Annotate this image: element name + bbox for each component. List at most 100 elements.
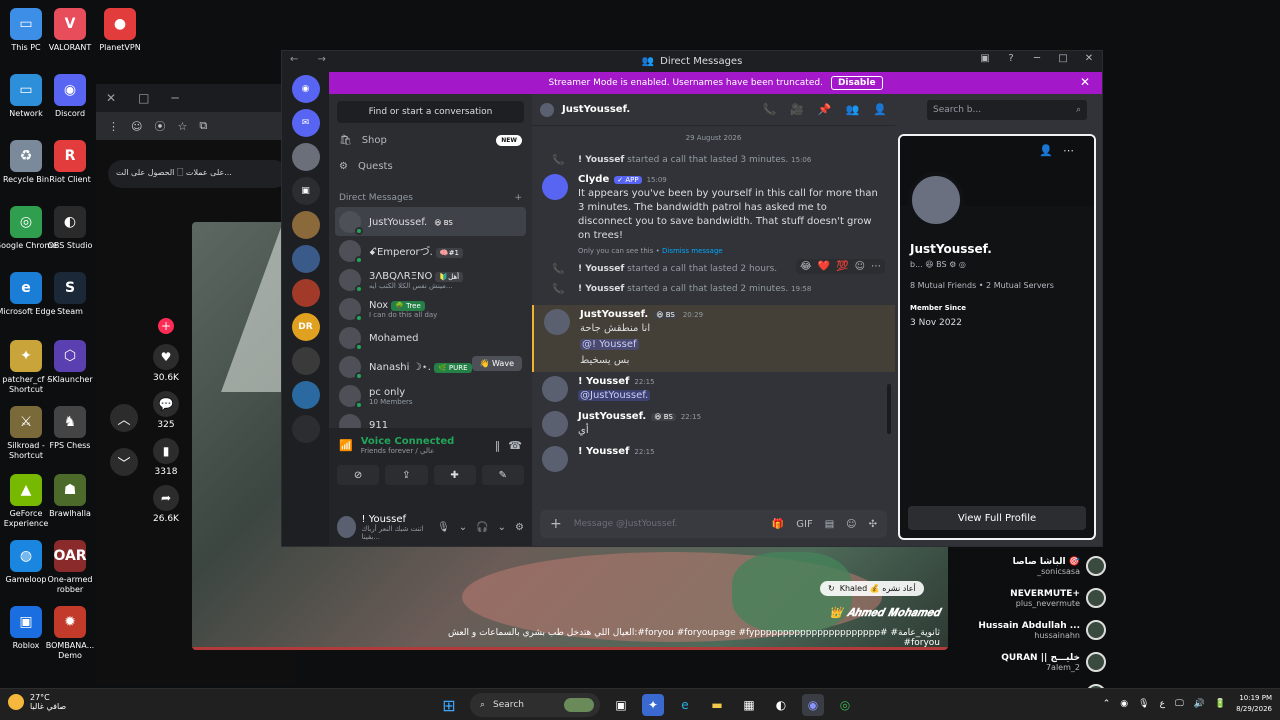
desktop-icon[interactable]: S Steam — [38, 272, 102, 317]
server-icon[interactable] — [291, 381, 320, 409]
close-icon[interactable]: ✕ — [1082, 53, 1096, 64]
desktop-icon[interactable]: ◐ OBS Studio — [38, 206, 102, 251]
add-friend-icon[interactable]: 👥 — [846, 103, 860, 116]
edge-icon[interactable]: e — [674, 694, 696, 716]
plus-icon[interactable]: + — [550, 516, 562, 532]
chevron-up-icon[interactable]: ⌃ — [1103, 699, 1111, 709]
suggested-account[interactable]: QURAN || خليـــج 7alem_2 — [960, 650, 1106, 674]
headphones-icon[interactable]: 🎧 — [476, 522, 488, 533]
chrome-icon[interactable]: ◎ — [834, 694, 856, 716]
avatar[interactable] — [542, 411, 568, 437]
camera-off-button[interactable]: ⊘ — [337, 465, 380, 485]
browser-strip[interactable]: على عملات 🗌 الحصول على الت... — [108, 160, 288, 188]
clock[interactable]: 10:19 PM 8/29/2026 — [1236, 693, 1272, 715]
add-reaction-icon[interactable]: ☺ — [855, 261, 865, 272]
gift-icon[interactable]: 🎁 — [772, 519, 784, 530]
message-author[interactable]: JustYoussef. — [578, 411, 646, 422]
message[interactable]: JustYoussef. 😆 BS 20:29 انا منطقش جاحة @… — [532, 305, 895, 372]
dm-item[interactable]: 3ΛBQΛRΞNO 🔰أهل مينش نفس الكلا الكتب ايه... — [335, 265, 526, 294]
desktop-icon[interactable]: ● PlanetVPN — [88, 8, 152, 53]
weather-widget[interactable]: 27°C صافي غالبا — [8, 693, 66, 711]
dm-item[interactable]: JustYoussef. 😆 BS — [335, 207, 526, 236]
message-author[interactable]: ! Youssef — [578, 446, 629, 457]
desktop-icon[interactable]: ♞ FPS Chess — [38, 406, 102, 451]
gif-icon[interactable]: GIF — [796, 519, 812, 530]
dismiss-message-link[interactable]: Dismiss message — [662, 247, 723, 255]
profile-icon[interactable]: ☺ — [131, 120, 142, 133]
find-conversation-button[interactable]: Find or start a conversation — [337, 101, 524, 123]
close-icon[interactable]: ✕ — [106, 91, 116, 105]
repost-tag[interactable]: ↻ Khaled 💰 أعاد نشره — [820, 581, 924, 596]
file-explorer-icon[interactable]: ▬ — [706, 694, 728, 716]
message[interactable]: ! Youssef 22:15 — [532, 442, 895, 476]
server-icon[interactable] — [291, 245, 320, 273]
minimize-icon[interactable]: ─ — [171, 91, 178, 105]
server-icon[interactable] — [291, 347, 320, 375]
desktop-icon[interactable]: R Riot Client — [38, 140, 102, 185]
chevron-up-icon[interactable]: ︿ — [110, 404, 138, 432]
menu-icon[interactable]: ⋮ — [108, 120, 119, 133]
message-author[interactable]: Clyde — [578, 174, 609, 185]
avatar[interactable] — [542, 376, 568, 402]
profile-avatar[interactable] — [908, 172, 964, 228]
suggested-account[interactable]: Hussain Abdullah ... hussainahn — [960, 618, 1106, 642]
windows-start-icon[interactable]: ⊞ — [438, 694, 460, 716]
server-icon[interactable] — [291, 415, 320, 443]
chevron-down-icon[interactable]: ﹀ — [110, 448, 138, 476]
battery-icon[interactable]: 🔋 — [1215, 699, 1226, 709]
save-action[interactable]: ▮ 3318 — [144, 438, 188, 477]
minimize-icon[interactable]: ─ — [1030, 53, 1044, 64]
screen-share-button[interactable]: ⇪ — [385, 465, 428, 485]
maximize-icon[interactable]: □ — [138, 91, 149, 105]
profile-icon[interactable]: 👤 — [873, 103, 887, 116]
voice-connected-label[interactable]: Voice Connected — [361, 436, 455, 447]
laugh-reaction-icon[interactable]: 😂 — [800, 261, 812, 272]
dm-item[interactable]: Mohamed — [335, 323, 526, 352]
server-icon[interactable]: DR — [291, 313, 320, 341]
inbox-icon[interactable]: ▣ — [978, 53, 992, 64]
message-author[interactable]: JustYoussef. — [580, 309, 648, 320]
close-icon[interactable]: ✕ — [1080, 75, 1090, 89]
server-icon[interactable] — [291, 143, 320, 171]
message[interactable]: ! Youssef 22:15 @JustYoussef. — [532, 372, 895, 407]
view-full-profile-button[interactable]: View Full Profile — [908, 506, 1086, 530]
suggested-account[interactable]: NEVERMUTE+ plus_nevermute — [960, 586, 1106, 610]
mention[interactable]: @! Youssef — [580, 339, 639, 350]
extension-icon[interactable]: ⦿ — [154, 118, 165, 134]
suggested-account[interactable]: الباشا صاصا 🎯 _sonicsasa — [960, 554, 1106, 578]
app-tray-icon[interactable]: ◉ — [1120, 699, 1128, 709]
task-view-icon[interactable]: ▣ — [610, 694, 632, 716]
disconnect-icon[interactable]: ☎ — [508, 439, 522, 452]
chat-recipient[interactable]: JustYoussef. — [562, 104, 630, 115]
comment-action[interactable]: 💬 325 — [144, 391, 188, 430]
message[interactable]: JustYoussef. 😆 BS 22:15 أي — [532, 407, 895, 442]
avatar[interactable] — [542, 446, 568, 472]
help-icon[interactable]: ? — [1004, 53, 1018, 64]
dm-item[interactable]: pc only 10 Members — [335, 381, 526, 410]
message-author[interactable]: ! Youssef — [578, 376, 629, 387]
pin-icon[interactable]: 📌 — [818, 103, 832, 116]
sidebar-item-shop[interactable]: 🛍 Shop NEW — [339, 127, 522, 153]
activities-button[interactable]: ✚ — [433, 465, 476, 485]
heart-reaction-icon[interactable]: ❤️ — [818, 261, 830, 272]
obs-icon[interactable]: ◐ — [770, 694, 792, 716]
dm-item[interactable]: ꗃEmperorつ゚. 🧠#1 — [335, 236, 526, 265]
dm-item[interactable]: Nox 🌳 Tree I can do this all day — [335, 294, 526, 323]
search-input[interactable]: Search b... ⌕ — [927, 100, 1087, 120]
chat-scrollbar[interactable] — [887, 384, 891, 434]
discord-icon[interactable]: ◉ — [802, 694, 824, 716]
phone-icon[interactable]: 📞 — [762, 103, 776, 116]
sticker-icon[interactable]: ▤ — [825, 519, 834, 530]
desktop-icon[interactable]: ⬡ SKlauncher — [38, 340, 102, 385]
message-input[interactable]: + Message @JustYoussef. 🎁 GIF ▤ ☺ ✣ — [540, 510, 887, 538]
hundred-reaction-icon[interactable]: 💯 — [836, 261, 848, 272]
language-icon[interactable]: ع — [1160, 699, 1165, 709]
microphone-icon[interactable]: 🎙 — [437, 522, 450, 533]
maximize-icon[interactable]: □ — [1056, 53, 1070, 64]
server-icon[interactable] — [291, 211, 320, 239]
microphone-icon[interactable]: 🎙 — [1138, 699, 1149, 709]
server-icon[interactable]: ◉ — [291, 75, 320, 103]
chevron-down-icon[interactable]: ⌄ — [459, 522, 467, 533]
store-icon[interactable]: ▦ — [738, 694, 760, 716]
dm-item[interactable]: Nanashi ☽⋆. 🌿 PURE 👋 Wave — [335, 352, 526, 381]
